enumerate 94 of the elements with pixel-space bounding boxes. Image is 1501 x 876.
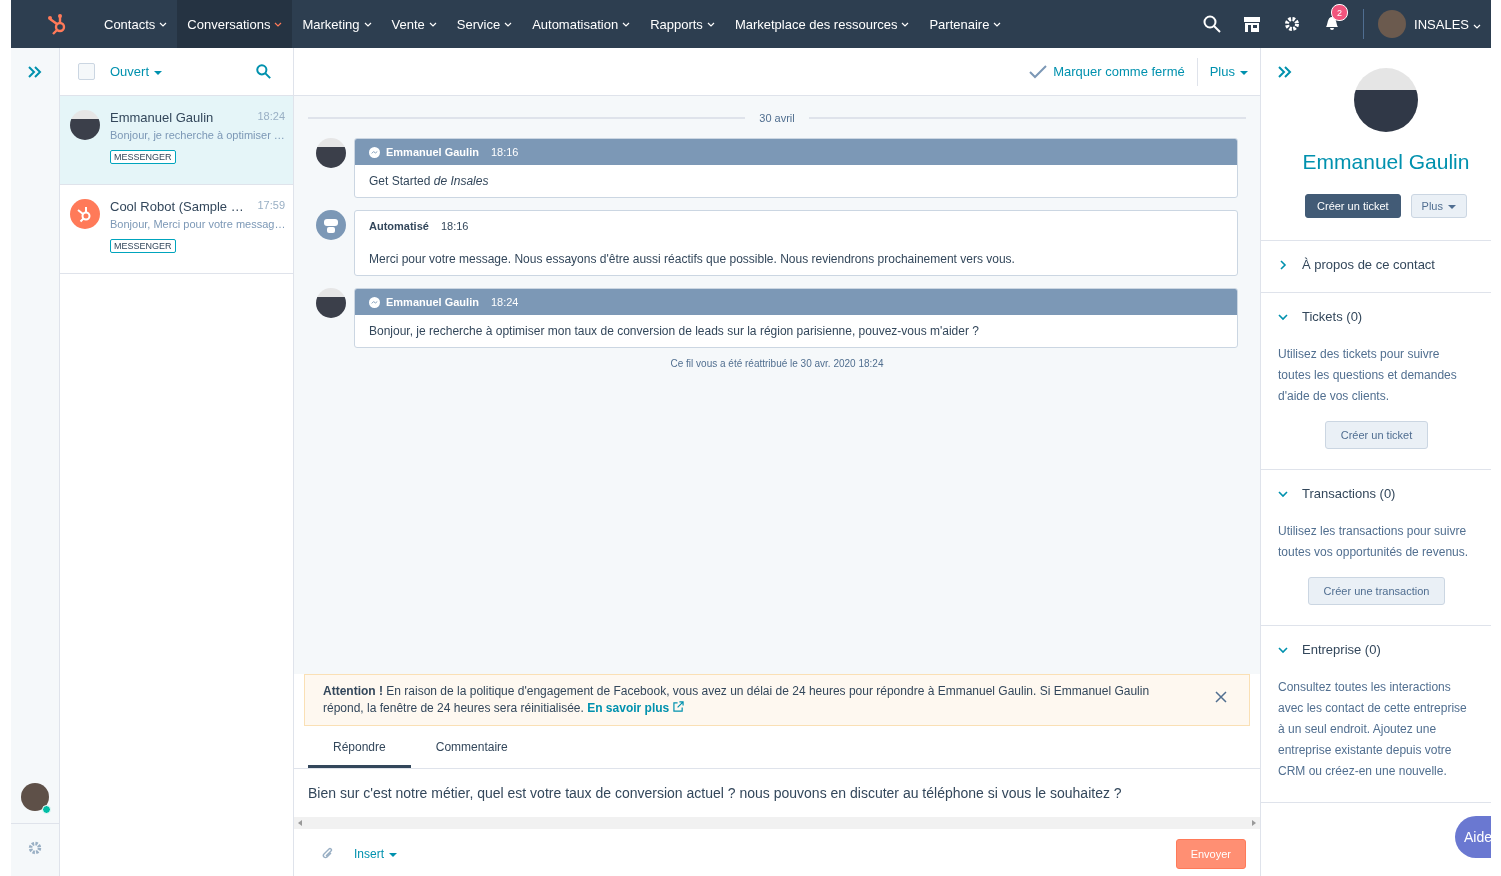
nav-menu-item[interactable]: Service xyxy=(446,0,523,48)
message-text: Merci pour votre message. Nous essayons d'être aussi réactifs que possible. Nous reviendrons prochainement vers vous. xyxy=(368,251,1016,268)
message-time: 18:16 xyxy=(440,220,469,232)
nav-menu-item[interactable]: Contacts xyxy=(94,0,178,48)
chevron-down-icon xyxy=(993,21,1002,27)
horizontal-scrollbar[interactable] xyxy=(294,817,1260,829)
sprocket-avatar-icon xyxy=(70,199,100,229)
create-button[interactable]: Créer un ticket xyxy=(1324,421,1429,449)
storefront-icon[interactable] xyxy=(1243,15,1262,33)
nav-menu-item[interactable]: Vente xyxy=(381,0,447,48)
contact-avatar xyxy=(316,288,346,318)
nav-menu-item[interactable]: Partenaire xyxy=(919,0,1012,48)
more-dropdown[interactable]: Plus xyxy=(1209,64,1248,79)
contact-name: Cool Robot (Sample … xyxy=(110,199,244,214)
conversation-item[interactable]: Emmanuel Gaulin 18:24 Bonjour, je recherche à optimiser … MESSENGER xyxy=(60,96,293,185)
chevron-down-icon xyxy=(1278,644,1288,655)
expand-icon[interactable] xyxy=(28,66,42,78)
create-button[interactable]: Créer une transaction xyxy=(1307,577,1446,605)
caret-down-icon xyxy=(1240,70,1248,75)
search-icon[interactable] xyxy=(1203,15,1222,33)
close-icon[interactable] xyxy=(1215,691,1227,703)
external-link-icon xyxy=(672,701,684,712)
nav-menu-item[interactable]: Marketplace des ressources xyxy=(724,0,920,48)
section-description: Utilisez des tickets pour suivre toutes les questions et demandes d'aide de vos clients. xyxy=(1278,346,1458,405)
more-dropdown[interactable]: Plus xyxy=(1410,194,1467,218)
chevron-down-icon xyxy=(622,21,631,27)
section-header[interactable]: Transactions (0) xyxy=(1278,486,1475,501)
select-all-checkbox[interactable] xyxy=(78,63,95,80)
section-description: Consultez toutes les interactions avec les contact de cette entreprise à un seul endroit. Ajoutez une entreprise existante depuis votre CRM ou créez-en une nouvelle. xyxy=(1278,679,1468,780)
section-header[interactable]: Tickets (0) xyxy=(1278,309,1475,324)
message-time: 18:24 xyxy=(490,296,519,308)
chevron-right-icon xyxy=(1278,259,1288,270)
scroll-right-icon[interactable] xyxy=(1252,820,1256,826)
nav-menu-item[interactable]: Rapports xyxy=(640,0,725,48)
chevron-down-icon xyxy=(706,21,715,27)
conversation-item[interactable]: Cool Robot (Sample … 17:59 Bonjour, Merci pour votre messag… MESSENGER xyxy=(60,185,293,274)
learn-more-link[interactable]: En savoir plus xyxy=(587,701,684,715)
nav-menu-item[interactable]: Conversations xyxy=(177,0,293,48)
caret-down-icon xyxy=(154,70,162,75)
date-divider: 30 avril xyxy=(759,112,795,124)
account-menu[interactable]: INSALES xyxy=(1414,16,1481,32)
caret-down-icon xyxy=(1447,205,1456,210)
expand-icon[interactable] xyxy=(1278,66,1292,78)
chevron-down-icon xyxy=(274,21,283,27)
message-text: Get Started de Insales xyxy=(368,173,490,190)
chevron-down-icon xyxy=(901,21,910,27)
section-header[interactable]: Entreprise (0) xyxy=(1278,642,1475,657)
channel-tag: MESSENGER xyxy=(110,239,176,253)
scroll-left-icon[interactable] xyxy=(298,820,302,826)
notification-badge: 2 xyxy=(1331,4,1349,21)
contact-avatar xyxy=(316,138,346,168)
messenger-icon xyxy=(369,146,380,158)
section-description: Utilisez les transactions pour suivre toutes vos opportunités de revenus. xyxy=(1278,523,1470,561)
settings-icon[interactable] xyxy=(1283,15,1302,33)
sender-name: Emmanuel Gaulin xyxy=(386,146,479,158)
message-time: 18:24 xyxy=(257,110,285,124)
mark-closed-button[interactable]: Marquer comme fermé xyxy=(1029,64,1185,79)
reassigned-note: Ce fil vous a été réattribué le 30 avr. 2020 18:24 xyxy=(669,358,885,369)
channel-tag: MESSENGER xyxy=(110,150,176,164)
help-button[interactable]: Aide xyxy=(1455,816,1491,858)
nav-menu-item[interactable]: Marketing xyxy=(292,0,382,48)
sender-name: Emmanuel Gaulin xyxy=(386,296,479,308)
reply-input-field[interactable]: Bien sur c'est notre métier, quel est votre taux de conversion actuel ? nous pouvons en discuter au téléphone si vous le souhaitez ? xyxy=(294,769,1260,817)
caret-down-icon xyxy=(389,852,397,857)
create-ticket-button[interactable]: Créer un ticket xyxy=(1305,194,1401,218)
nav-menu-item[interactable]: Automatisation xyxy=(522,0,641,48)
chevron-down-icon xyxy=(428,21,437,27)
message-time: 18:16 xyxy=(490,146,519,158)
status-filter-dropdown[interactable]: Ouvert xyxy=(110,64,162,79)
messenger-icon xyxy=(369,296,380,308)
paperclip-icon[interactable] xyxy=(322,847,334,861)
online-status-dot xyxy=(42,805,51,814)
contact-avatar xyxy=(70,110,100,140)
message-preview: Bonjour, je recherche à optimiser … xyxy=(110,129,285,141)
warning-text: Attention ! En raison de la politique d'engagement de Facebook, vous avez un délai de 24 heures pour répondre à Emmanuel Gaulin. Si Emmanuel Gaulin répond, la fenêtre de 24 heures sera réinitialisée. En savoir plus xyxy=(323,683,1151,717)
message-text: Bonjour, je recherche à optimiser mon taux de conversion de leads sur la région parisienne, pouvez-vous m'aider ? xyxy=(368,323,980,340)
chevron-down-icon xyxy=(1278,488,1288,499)
chevron-down-icon xyxy=(363,21,372,27)
chevron-down-icon xyxy=(1278,311,1288,322)
chevron-down-icon xyxy=(1473,23,1481,29)
agent-avatar[interactable] xyxy=(21,783,49,811)
composer-tab[interactable]: Commentaire xyxy=(410,726,533,768)
message-time: 17:59 xyxy=(257,199,285,213)
sender-name: Automatisé xyxy=(369,220,429,232)
check-icon xyxy=(1029,64,1048,79)
contact-name: Emmanuel Gaulin xyxy=(1302,150,1470,174)
composer-tab[interactable]: Répondre xyxy=(308,726,411,768)
contact-name: Emmanuel Gaulin xyxy=(110,110,214,125)
section-header[interactable]: À propos de ce contact xyxy=(1278,257,1475,272)
chevron-down-icon xyxy=(504,21,513,27)
message-preview: Bonjour, Merci pour votre messag… xyxy=(110,218,285,230)
robot-avatar-icon xyxy=(316,210,346,240)
chevron-down-icon xyxy=(159,21,168,27)
insert-dropdown[interactable]: Insert xyxy=(354,847,397,861)
